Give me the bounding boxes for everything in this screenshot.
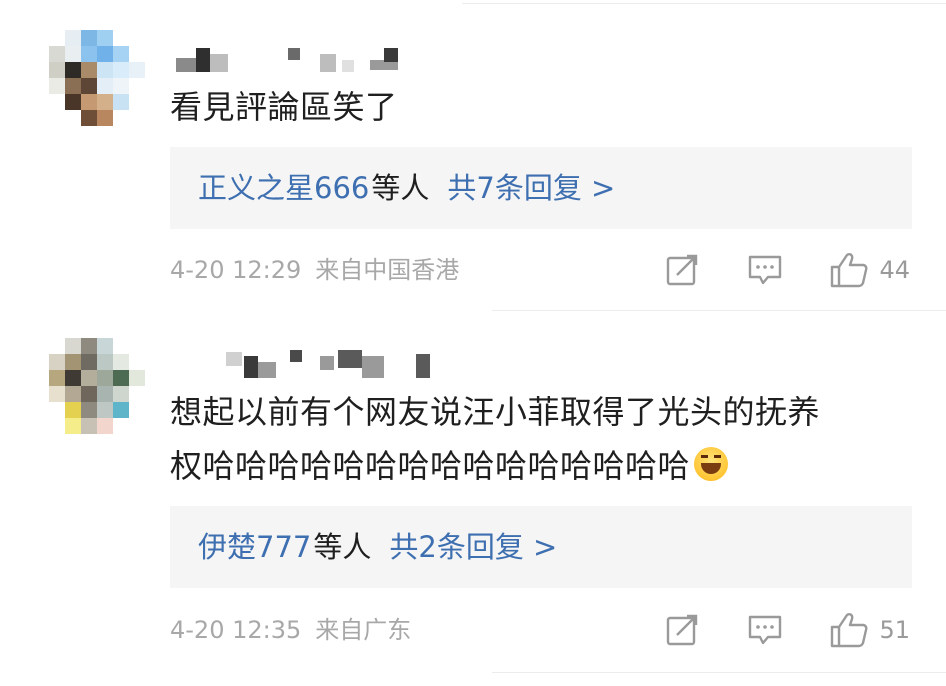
comment-meta: 4-20 12:29 来自中国香港 xyxy=(170,250,459,290)
reply-count-link[interactable]: 共2条回复 > xyxy=(389,530,557,564)
comment-text-content: 看見評論區笑了 xyxy=(170,88,398,126)
comment-text-line2: 权哈哈哈哈哈哈哈哈哈哈哈哈哈哈哈 xyxy=(170,447,691,485)
comment-divider xyxy=(492,672,946,673)
comment-date: 4-20 12:29 xyxy=(170,256,302,284)
comment-source: 来自中国香港 xyxy=(315,256,460,284)
comment-list: 看見評論區笑了 正义之星666等人 共7条回复 > 4-20 12:29 来自中国香… xyxy=(0,0,946,686)
comment-source: 来自广东 xyxy=(315,616,412,644)
reply-count-link[interactable]: 共7条回复 > xyxy=(447,171,615,205)
comment-text: 想起以前有个网友说汪小菲取得了光头的抚养 权哈哈哈哈哈哈哈哈哈哈哈哈哈哈哈 xyxy=(170,385,916,493)
comment-text-line2-wrap: 权哈哈哈哈哈哈哈哈哈哈哈哈哈哈哈 xyxy=(170,439,916,493)
like-count: 44 xyxy=(879,256,910,284)
reply-names[interactable]: 伊楚777 xyxy=(198,530,311,564)
comment-date: 4-20 12:35 xyxy=(170,616,302,644)
comment-divider xyxy=(492,310,946,311)
comment-text-line1: 想起以前有个网友说汪小菲取得了光头的抚养 xyxy=(170,393,821,431)
comment-text: 看見評論區笑了 xyxy=(170,80,916,134)
avatar[interactable] xyxy=(49,30,145,126)
comment-icon xyxy=(749,615,782,645)
top-divider xyxy=(462,3,946,4)
comment-actions: 51 xyxy=(665,610,910,650)
reply-suffix: 等人 xyxy=(371,171,430,205)
avatar[interactable] xyxy=(49,338,145,434)
share-button[interactable] xyxy=(665,613,699,647)
reply-summary-button[interactable]: 正义之星666等人 共7条回复 > xyxy=(170,147,912,229)
reply-suffix: 等人 xyxy=(313,530,372,564)
comment-button[interactable] xyxy=(747,253,783,287)
comment-actions: 44 xyxy=(665,250,910,290)
like-icon xyxy=(831,253,868,288)
comment-icon xyxy=(749,255,782,285)
comment-meta: 4-20 12:35 来自广东 xyxy=(170,610,411,650)
share-icon xyxy=(667,614,698,646)
laughing-tears-emoji-icon xyxy=(694,447,729,481)
share-icon xyxy=(667,254,698,286)
share-button[interactable] xyxy=(665,253,699,287)
comment-button[interactable] xyxy=(747,613,783,647)
like-button[interactable]: 51 xyxy=(829,611,910,649)
like-button[interactable]: 44 xyxy=(829,251,910,289)
like-icon xyxy=(831,613,868,648)
reply-summary-button[interactable]: 伊楚777等人 共2条回复 > xyxy=(170,506,912,588)
like-count: 51 xyxy=(879,616,910,644)
reply-names[interactable]: 正义之星666 xyxy=(198,171,369,205)
